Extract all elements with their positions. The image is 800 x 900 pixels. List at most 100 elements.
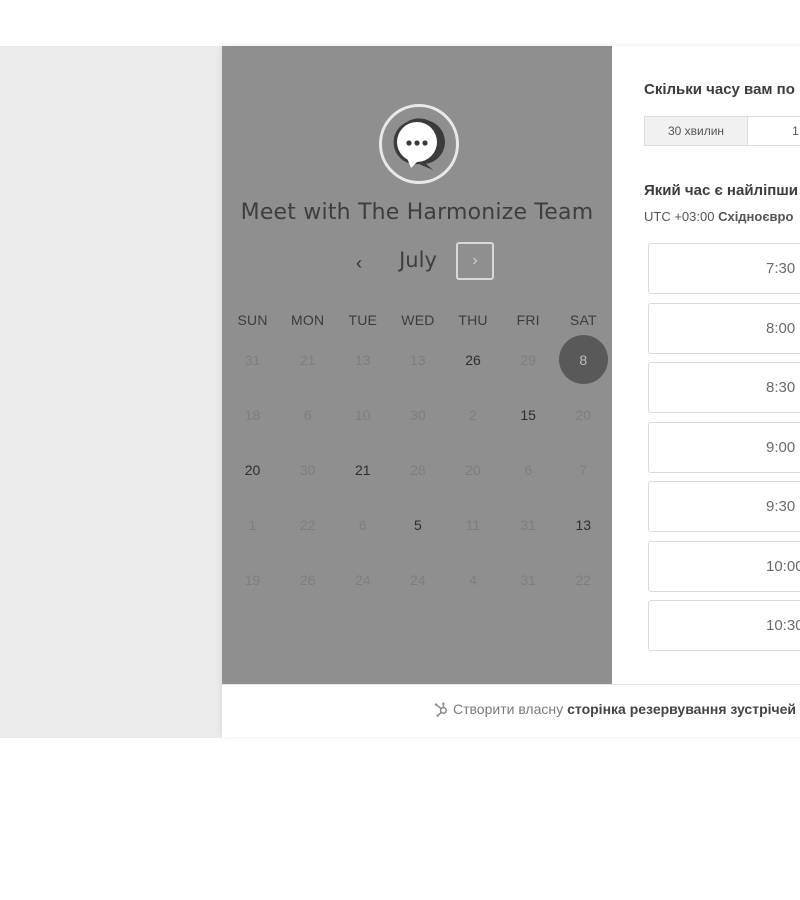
- calendar-day-number: 13: [355, 351, 371, 368]
- calendar-day-number: 26: [299, 571, 316, 588]
- calendar-day-number: 20: [465, 461, 481, 478]
- calendar-day: 13: [335, 332, 390, 387]
- calendar-day-number: 29: [520, 351, 536, 368]
- weekday-header-row: SUN MON TUE WED THU FRI SAT: [225, 308, 611, 332]
- footer-link-text[interactable]: сторінка резервування зустрічей: [567, 701, 796, 717]
- calendar-day-number: 6: [358, 516, 367, 533]
- calendar-day-number: 13: [410, 351, 426, 368]
- calendar-day-number: 6: [303, 406, 312, 423]
- calendar-day-number: 30: [299, 461, 316, 478]
- calendar-day: 26: [280, 552, 335, 607]
- calendar-day: 13: [390, 332, 445, 387]
- time-slot[interactable]: 8:00: [648, 302, 800, 354]
- calendar-day-number: 13: [575, 516, 592, 533]
- time-slot[interactable]: 10:30: [648, 600, 800, 651]
- calendar-day: 18: [225, 387, 280, 442]
- calendar-day: 21: [280, 332, 335, 387]
- calendar-day: 31: [501, 552, 556, 607]
- calendar-day-number: 6: [524, 461, 533, 478]
- calendar-day-number: 7: [579, 461, 588, 478]
- meeting-title: Meet with The Harmonize Team: [240, 200, 594, 225]
- chat-bubble-icon: [393, 118, 445, 170]
- calendar-day[interactable]: 21: [335, 442, 390, 497]
- duration-tab-1hour[interactable]: 1 го: [748, 116, 800, 146]
- timezone-selector[interactable]: UTC +03:00 Східноєвро: [644, 209, 793, 224]
- calendar-day-number: 21: [299, 351, 316, 368]
- time-slot[interactable]: 9:30: [648, 481, 800, 532]
- time-slot[interactable]: 10:00: [648, 540, 800, 592]
- calendar-day: 1: [225, 497, 280, 552]
- page-side-background: [0, 46, 222, 738]
- calendar-day-number: 15: [520, 406, 536, 423]
- calendar-day[interactable]: 15: [501, 387, 556, 442]
- calendar-day-number: 2: [469, 406, 477, 423]
- calendar-day: 30: [390, 387, 445, 442]
- calendar-day-number: 4: [469, 571, 477, 588]
- next-month-button[interactable]: ›: [456, 242, 494, 280]
- calendar-week-row: 19 26 24 24 4 31 22: [225, 552, 611, 607]
- calendar-day-number: 18: [244, 406, 261, 423]
- calendar-day: 31: [501, 497, 556, 552]
- calendar-week-row: 18 6 10 30 2 15 20: [225, 387, 611, 442]
- duration-question: Скільки часу вам по: [644, 81, 795, 98]
- create-own-page-link[interactable]: Створити власну сторінка резервування зу…: [434, 701, 796, 717]
- calendar-day: 11: [446, 497, 501, 552]
- calendar-panel: Meet with The Harmonize Team ‹ July › SU…: [222, 46, 612, 684]
- calendar-day: 2: [446, 387, 501, 442]
- calendar-day[interactable]: 5: [390, 497, 445, 552]
- calendar-day: 20: [556, 387, 611, 442]
- calendar-day: 30: [280, 442, 335, 497]
- time-slot[interactable]: 9:00: [648, 421, 800, 473]
- weekday-wed: WED: [401, 312, 435, 328]
- calendar-day-number: 30: [410, 406, 426, 423]
- calendar-day-number: 10: [355, 406, 371, 423]
- weekday-sat: SAT: [569, 312, 597, 328]
- card-footer: Створити власну сторінка резервування зу…: [222, 684, 800, 737]
- previous-month-button[interactable]: ‹: [346, 250, 372, 276]
- month-navigation: ‹ July ›: [222, 242, 612, 284]
- weekday-thu: THU: [458, 312, 488, 328]
- calendar-day: 24: [335, 552, 390, 607]
- avatar: [379, 104, 459, 184]
- calendar-day: 22: [556, 552, 611, 607]
- calendar-day-number: 1: [248, 516, 257, 533]
- calendar-day: 29: [501, 332, 556, 387]
- time-question: Який час є найліпши: [644, 182, 799, 199]
- calendar-day-number: 22: [299, 516, 316, 533]
- calendar-day-number: 26: [465, 351, 481, 368]
- weekday-mon: MON: [291, 312, 325, 328]
- calendar-day-number: 24: [410, 571, 426, 588]
- weekday-sun: SUN: [237, 312, 268, 328]
- hubspot-sprocket-icon: [434, 701, 449, 717]
- calendar-day: 6: [501, 442, 556, 497]
- calendar-day: 22: [280, 497, 335, 552]
- month-label: July: [399, 248, 437, 272]
- duration-tab-30min[interactable]: 30 хвилин: [644, 116, 748, 146]
- calendar-day-number: 31: [520, 571, 536, 588]
- time-slot[interactable]: 7:30: [648, 243, 800, 294]
- calendar-day: 7: [556, 442, 611, 497]
- calendar-day-number: 22: [575, 571, 592, 588]
- calendar-grid: SUN MON TUE WED THU FRI SAT 31 21 13 13 26 29…: [225, 308, 611, 607]
- calendar-weeks: 31 21 13 13 26 29 8 18 6 10 30 2 15 20 20 30 21 28 20 6 7 1 22…: [225, 332, 611, 607]
- calendar-day-number: 20: [244, 461, 261, 478]
- calendar-day: 19: [225, 552, 280, 607]
- calendar-day: 6: [335, 497, 390, 552]
- calendar-day: 4: [446, 552, 501, 607]
- calendar-day: 20: [446, 442, 501, 497]
- calendar-day: 31: [225, 332, 280, 387]
- calendar-day[interactable]: 13: [556, 497, 611, 552]
- time-slot-list: 7:30 8:00 8:30 9:00 9:30 10:00 10:30: [648, 243, 800, 660]
- duration-tabs: 30 хвилин 1 го: [644, 116, 800, 146]
- calendar-day-selected[interactable]: 8: [556, 332, 611, 387]
- calendar-week-row: 1 22 6 5 11 31 13: [225, 497, 611, 552]
- calendar-day[interactable]: 26: [446, 332, 501, 387]
- time-slot[interactable]: 8:30: [648, 362, 800, 413]
- calendar-day-number: 11: [465, 516, 481, 533]
- calendar-day-number: 31: [520, 516, 536, 533]
- calendar-day-number: 21: [355, 461, 371, 478]
- calendar-day-number: 24: [355, 571, 371, 588]
- calendar-day[interactable]: 20: [225, 442, 280, 497]
- calendar-day-number: 8: [558, 335, 608, 384]
- calendar-day: 6: [280, 387, 335, 442]
